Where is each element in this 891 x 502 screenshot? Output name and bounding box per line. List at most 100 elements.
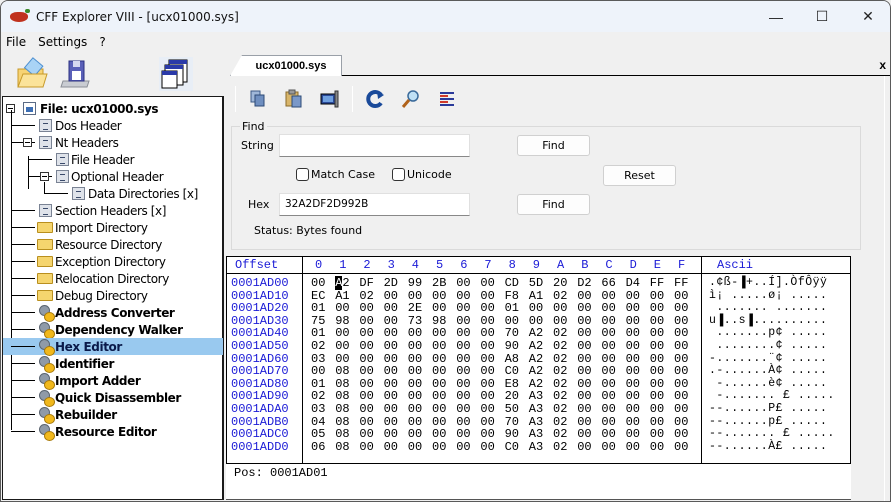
hex-row[interactable]: 0001AD60 03 00 00 00 00 00 00 00 A8 A2 02 00 00 00 00 00… bbox=[227, 352, 850, 366]
menu-file[interactable]: File bbox=[1, 35, 32, 49]
hex-byte[interactable]: A3 bbox=[529, 440, 543, 454]
find-hex-button[interactable]: Find bbox=[517, 194, 590, 215]
tree-item-debug-directory[interactable]: Debug Directory bbox=[3, 287, 223, 304]
tree-item-data-directories[interactable]: Data Directories [x] bbox=[3, 185, 223, 202]
hex-row[interactable]: 0001AD40 01 00 00 00 00 00 00 00 70 A2 02 00 00 00 00 00… bbox=[227, 326, 850, 340]
tree-item-hex-editor[interactable]: Hex Editor bbox=[3, 338, 223, 356]
menu-help[interactable]: ? bbox=[93, 35, 111, 49]
select-block-icon[interactable] bbox=[318, 87, 342, 111]
hex-row[interactable]: 0001AD70 00 08 00 00 00 00 00 00 C0 A2 02 00 00 00 00 00… bbox=[227, 364, 850, 378]
ascii-text[interactable]: --......À£ ..... bbox=[709, 440, 827, 453]
ascii-text[interactable]: -......è¢ ..... bbox=[709, 377, 827, 390]
ascii-text[interactable]: -.......¨¢ ..... bbox=[709, 352, 827, 365]
hex-byte[interactable]: 00 bbox=[384, 440, 398, 454]
tree-item-import-adder[interactable]: Import Adder bbox=[3, 372, 223, 390]
checkbox-box[interactable] bbox=[392, 168, 405, 181]
unicode-label: Unicode bbox=[407, 168, 452, 181]
hex-byte[interactable]: 00 bbox=[674, 440, 688, 454]
hex-row[interactable]: 0001ADA0 03 08 00 00 00 00 00 00 50 A3 02 00 00 00 00 00… bbox=[227, 402, 850, 416]
refresh-icon[interactable] bbox=[363, 87, 387, 111]
find-string-button[interactable]: Find bbox=[517, 135, 590, 156]
hex-byte[interactable]: 00 bbox=[359, 440, 373, 454]
tree-item-dos-header[interactable]: Dos Header bbox=[3, 117, 223, 134]
hex-byte[interactable]: 00 bbox=[650, 440, 664, 454]
ascii-text[interactable]: .......p¢ ..... bbox=[709, 326, 827, 339]
hex-byte[interactable]: 00 bbox=[480, 440, 494, 454]
hex-row[interactable]: 0001AD20 01 00 00 00 2E 00 00 00 01 00 00 00 00 00 00 00… bbox=[227, 301, 850, 315]
editor-icon[interactable] bbox=[435, 87, 459, 111]
reset-button[interactable]: Reset bbox=[603, 165, 676, 186]
tree-item-section-headers[interactable]: Section Headers [x] bbox=[3, 202, 223, 219]
tree-item-identifier[interactable]: Identifier bbox=[3, 355, 223, 373]
hex-row[interactable]: 0001ADB0 04 08 00 00 00 00 00 00 70 A3 02 00 00 00 00 00… bbox=[227, 415, 850, 429]
panel-scrollbar[interactable] bbox=[884, 76, 890, 501]
ascii-text[interactable]: ....... ....... bbox=[709, 301, 827, 314]
ascii-text[interactable]: --......p£ ..... bbox=[709, 415, 827, 428]
hex-byte[interactable]: C0 bbox=[505, 440, 519, 454]
minimize-button[interactable]: — bbox=[753, 1, 799, 32]
hex-byte[interactable]: 08 bbox=[335, 440, 349, 454]
hex-row[interactable]: 0001AD00 00 A2 DF 2D 99 2B 00 00 CD 5D 20 D2 66 D4 FF FF… bbox=[227, 276, 850, 290]
hex-byte[interactable]: 00 bbox=[408, 440, 422, 454]
column-header: 4 bbox=[411, 258, 419, 272]
hex-row[interactable]: 0001AD80 01 08 00 00 00 00 00 00 E8 A2 02 00 00 00 00 00… bbox=[227, 377, 850, 391]
hex-byte[interactable]: 00 bbox=[577, 440, 591, 454]
hex-input[interactable]: 32A2DF2D992B bbox=[279, 193, 470, 216]
hex-byte[interactable]: 00 bbox=[456, 440, 470, 454]
tree-item-exception-directory[interactable]: Exception Directory bbox=[3, 253, 223, 270]
hex-byte[interactable]: 06 bbox=[311, 440, 325, 454]
tree-item-nt-headers[interactable]: Nt Headers bbox=[3, 134, 223, 151]
tree-item-file-header[interactable]: File Header bbox=[3, 151, 223, 168]
collapse-toggle[interactable] bbox=[40, 172, 49, 181]
tree-item-import-directory[interactable]: Import Directory bbox=[3, 219, 223, 236]
hex-byte[interactable]: 02 bbox=[553, 440, 567, 454]
unicode-checkbox[interactable]: Unicode bbox=[392, 168, 452, 181]
search-icon[interactable] bbox=[399, 87, 423, 111]
open-icon[interactable] bbox=[15, 57, 49, 91]
hex-byte[interactable]: 00 bbox=[626, 440, 640, 454]
tree-item-resource-directory[interactable]: Resource Directory bbox=[3, 236, 223, 253]
tree-item-rebuilder[interactable]: Rebuilder bbox=[3, 406, 223, 424]
ascii-text[interactable]: .¢ß-▐+..Í].ÒfÔÿÿ bbox=[709, 276, 827, 289]
tree-item-dependency-walker[interactable]: Dependency Walker bbox=[3, 321, 223, 339]
ascii-text[interactable]: u▐..s▐.......... bbox=[709, 314, 827, 327]
tree-item-resource-editor[interactable]: Resource Editor bbox=[3, 423, 223, 441]
ascii-text[interactable]: --......P£ ..... bbox=[709, 402, 827, 415]
tree-item-optional-header[interactable]: Optional Header bbox=[3, 168, 223, 185]
column-header: 8 bbox=[508, 258, 516, 272]
tree-root[interactable]: File: ucx01000.sys bbox=[3, 100, 223, 117]
ascii-text[interactable]: ì¡ .....ø¡ ..... bbox=[709, 289, 827, 302]
close-button[interactable]: ✕ bbox=[845, 1, 890, 32]
hex-row[interactable]: 0001AD30 75 98 00 00 73 98 00 00 00 00 00 00 00 00 00 00… bbox=[227, 314, 850, 328]
collapse-toggle[interactable] bbox=[23, 138, 32, 147]
match-case-checkbox[interactable]: Match Case bbox=[296, 168, 375, 181]
menu-settings[interactable]: Settings bbox=[32, 35, 93, 49]
tree-item-relocation-directory[interactable]: Relocation Directory bbox=[3, 270, 223, 287]
copy-icon[interactable] bbox=[246, 87, 270, 111]
ascii-text[interactable]: -....... £ ..... bbox=[709, 389, 835, 402]
save-icon[interactable] bbox=[59, 57, 93, 91]
windows-icon[interactable] bbox=[159, 57, 193, 91]
structure-tree[interactable]: File: ucx01000.sys Dos Header Nt Headers… bbox=[2, 96, 224, 500]
document-icon bbox=[39, 204, 52, 217]
string-input[interactable] bbox=[279, 134, 470, 157]
hex-row[interactable]: 0001AD10 EC A1 02 00 00 00 00 00 F8 A1 02 00 00 00 00 00… bbox=[227, 289, 850, 303]
hex-row[interactable]: 0001ADD0 06 08 00 00 00 00 00 00 C0 A3 02 00 00 00 00 00… bbox=[227, 440, 850, 454]
tab-ucx01000-sys[interactable]: ucx01000.sys bbox=[230, 55, 342, 76]
hex-view[interactable]: Offset Ascii 0 1 2 3 4 5 6 7 8 9 A B C D E F 0001AD00 00… bbox=[226, 256, 851, 464]
ascii-text[interactable]: ........¢ ..... bbox=[709, 339, 827, 352]
close-tab-icon[interactable]: x bbox=[879, 58, 886, 72]
hex-row[interactable]: 0001AD50 02 00 00 00 00 00 00 00 90 A2 02 00 00 00 00 00… bbox=[227, 339, 850, 353]
ascii-text[interactable]: --....... £ ..... bbox=[709, 427, 835, 440]
ascii-text[interactable]: .-......À¢ ..... bbox=[709, 364, 827, 377]
hex-row[interactable]: 0001AD90 02 08 00 00 00 00 00 00 20 A3 02 00 00 00 00 00… bbox=[227, 389, 850, 403]
hex-byte[interactable]: 00 bbox=[601, 440, 615, 454]
find-groupbox: Find String Find Match Case Unicode Rese… bbox=[231, 120, 861, 250]
maximize-button[interactable]: ☐ bbox=[799, 1, 845, 32]
tree-item-quick-disassembler[interactable]: Quick Disassembler bbox=[3, 389, 223, 407]
hex-byte[interactable]: 00 bbox=[432, 440, 446, 454]
hex-row[interactable]: 0001ADC0 05 08 00 00 00 00 00 00 90 A3 02 00 00 00 00 00… bbox=[227, 427, 850, 441]
paste-icon[interactable] bbox=[282, 87, 306, 111]
checkbox-box[interactable] bbox=[296, 168, 309, 181]
tree-item-address-converter[interactable]: Address Converter bbox=[3, 304, 223, 322]
